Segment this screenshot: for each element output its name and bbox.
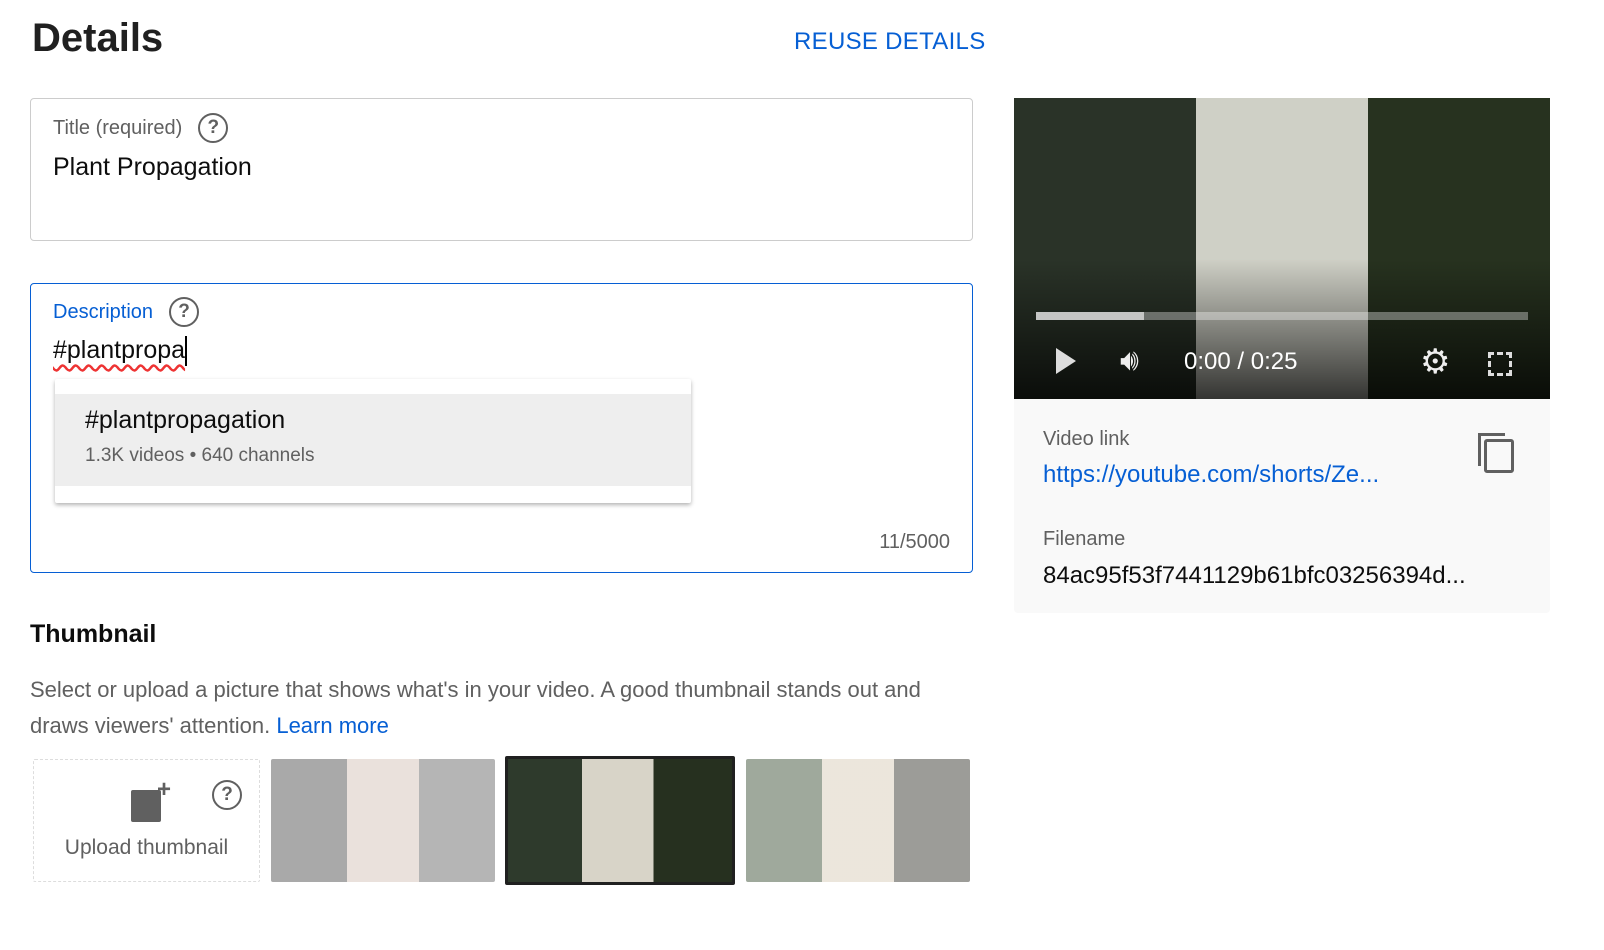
filename-label: Filename <box>1043 528 1126 550</box>
thumbnail-heading: Thumbnail <box>30 620 157 648</box>
thumbnail-option-2-selected[interactable] <box>505 756 735 885</box>
page-title: Details <box>32 16 164 60</box>
add-photo-icon <box>131 776 171 822</box>
title-label: Title (required) ? <box>53 113 229 143</box>
help-icon[interactable]: ? <box>169 297 200 327</box>
description-label-text: Description <box>53 300 154 323</box>
settings-gear-icon[interactable]: ⚙︎ <box>1420 342 1450 382</box>
volume-icon[interactable]: 🔊︎ <box>1120 344 1139 378</box>
fullscreen-icon[interactable] <box>1488 352 1512 376</box>
time-display: 0:00 / 0:25 <box>1184 348 1298 375</box>
suggestion-tag: #plantpropagation <box>85 406 286 434</box>
progress-fill <box>1036 312 1145 320</box>
thumbnail-description: Select or upload a picture that shows wh… <box>30 672 980 744</box>
thumbnail-option-3[interactable] <box>746 759 970 882</box>
hashtag-suggestions: #plantpropagation 1.3K videos • 640 chan… <box>55 379 691 503</box>
upload-thumbnail-button[interactable]: ? Upload thumbnail <box>33 759 260 882</box>
description-label: Description ? <box>53 297 200 327</box>
filename-value: 84ac95f53f7441129b61bfc03256394d... <box>1043 562 1466 589</box>
video-link-label: Video link <box>1043 428 1130 450</box>
thumbnail-option-1[interactable] <box>271 759 495 882</box>
description-input[interactable]: #plantpropa <box>53 336 188 367</box>
description-text: #plantpropa <box>53 336 186 364</box>
thumbnail-description-text: Select or upload a picture that shows wh… <box>30 677 921 738</box>
help-icon[interactable]: ? <box>212 780 242 810</box>
video-player[interactable]: 🔊︎ 0:00 / 0:25 ⚙︎ <box>1014 98 1550 399</box>
upload-thumbnail-label: Upload thumbnail <box>64 836 229 859</box>
text-caret <box>185 336 188 367</box>
help-icon[interactable]: ? <box>198 113 229 143</box>
suggestion-meta: 1.3K videos • 640 channels <box>85 445 315 466</box>
character-counter: 11/5000 <box>879 531 950 553</box>
video-info-panel: Video link https://youtube.com/shorts/Ze… <box>1014 399 1550 613</box>
play-icon[interactable] <box>1056 348 1076 374</box>
reuse-details-button[interactable]: REUSE DETAILS <box>794 28 986 56</box>
suggestion-item[interactable]: #plantpropagation 1.3K videos • 640 chan… <box>55 394 691 486</box>
progress-bar[interactable] <box>1036 312 1528 320</box>
title-field[interactable]: Title (required) ? Plant Propagation <box>30 98 973 241</box>
description-field[interactable]: Description ? #plantpropa #plantpropagat… <box>30 283 973 573</box>
video-link[interactable]: https://youtube.com/shorts/Ze... <box>1043 461 1379 488</box>
title-label-text: Title (required) <box>53 116 183 139</box>
copy-icon[interactable] <box>1478 433 1514 473</box>
title-input[interactable]: Plant Propagation <box>53 153 252 182</box>
learn-more-link[interactable]: Learn more <box>276 713 389 738</box>
